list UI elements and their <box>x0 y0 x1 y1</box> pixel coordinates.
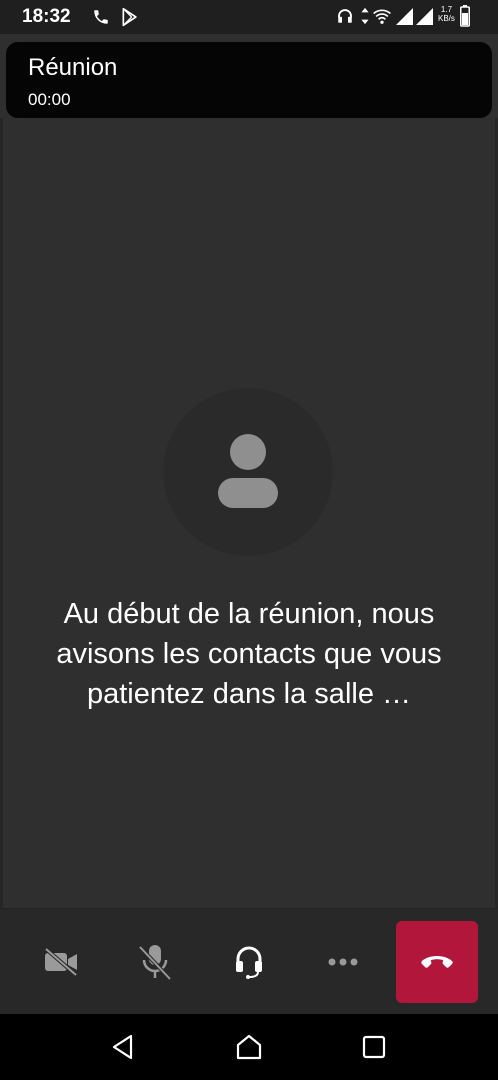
phone-hangup-icon <box>421 956 453 968</box>
meeting-timer: 00:00 <box>28 90 71 109</box>
person-icon <box>218 434 278 508</box>
network-speed-unit: KB/s <box>438 14 455 23</box>
call-toolbar <box>0 908 498 1015</box>
status-time: 18:32 <box>22 6 71 27</box>
waiting-message: Au début de la réunion, nous avisons les… <box>56 598 442 710</box>
network-speed: 1.7 KB/s <box>438 5 455 23</box>
audio-button[interactable] <box>224 939 274 985</box>
wifi-icon <box>373 9 391 24</box>
more-dots-icon <box>328 958 358 966</box>
avatar <box>163 388 333 556</box>
signal-icon <box>396 8 413 25</box>
meeting-header[interactable]: Réunion 00:00 <box>6 42 492 118</box>
status-bar: 18:32 1.7 KB/s <box>0 0 498 34</box>
network-speed-value: 1.7 <box>440 5 453 14</box>
back-icon[interactable] <box>108 1032 138 1062</box>
data-arrows-icon <box>361 7 369 25</box>
more-button[interactable] <box>318 939 368 985</box>
hang-up-button[interactable] <box>396 921 478 1003</box>
headset-icon <box>338 9 352 23</box>
phone-icon <box>94 10 108 24</box>
camera-off-button[interactable] <box>36 939 86 985</box>
signal-icon <box>416 8 433 25</box>
meeting-title: Réunion <box>28 54 118 81</box>
recents-icon[interactable] <box>359 1032 389 1062</box>
mic-off-icon <box>138 945 172 981</box>
android-nav-bar <box>0 1014 498 1080</box>
home-icon[interactable] <box>234 1032 264 1062</box>
play-store-icon <box>122 7 137 27</box>
mic-off-button[interactable] <box>130 939 180 985</box>
video-off-icon <box>44 947 78 977</box>
headset-icon <box>236 946 262 979</box>
battery-icon <box>460 5 470 27</box>
